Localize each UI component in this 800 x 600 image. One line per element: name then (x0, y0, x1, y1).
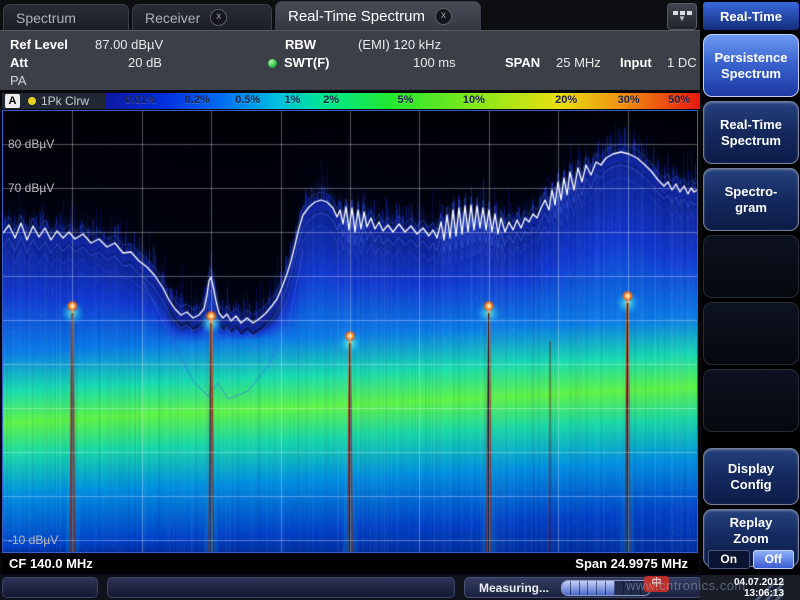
span-value[interactable]: 25 MHz (556, 55, 601, 70)
rbw-value[interactable]: (EMI) 120 kHz (358, 37, 441, 52)
channel-settings-bar: Ref Level 87.00 dBµV RBW (EMI) 120 kHz A… (0, 30, 700, 91)
date-readout: 04.07.2012 (734, 577, 784, 588)
softkey-display-config[interactable]: Display Config (703, 448, 799, 505)
sweep-led-icon (268, 59, 277, 68)
progress-segment (571, 581, 580, 595)
chevron-down-icon: ▼ (678, 15, 686, 23)
color-scale-label: 0.5% (235, 94, 260, 106)
softkey-empty-3[interactable] (703, 369, 799, 432)
progress-segment (597, 581, 606, 595)
tab-receiver[interactable]: Receiver x (132, 4, 272, 30)
trace-color-icon (28, 97, 36, 105)
progress-segment (606, 581, 615, 595)
progress-segment (580, 581, 589, 595)
tab-spectrum[interactable]: Spectrum (3, 4, 129, 30)
color-scale-label: 10% (463, 94, 485, 106)
window-id-badge: A (5, 94, 20, 108)
ref-level-value[interactable]: 87.00 dBµV (95, 37, 163, 52)
status-bar: Measuring... 04.07.2012 13:06:13 (0, 575, 800, 600)
softkey-persistence-spectrum[interactable]: Persistence Spectrum (703, 34, 799, 97)
preamp-label: PA (10, 73, 26, 88)
softkey-menu: Real-Time Persistence Spectrum Real-Time… (702, 0, 800, 575)
color-scale-label: 1% (284, 94, 300, 106)
measuring-status: Measuring... (479, 581, 549, 595)
tab-bar: Spectrum Receiver x Real-Time Spectrum x (0, 0, 700, 30)
swt-value[interactable]: 100 ms (413, 55, 456, 70)
y-axis-label: -10 dBµV (8, 533, 58, 547)
span-readout[interactable]: Span 24.9975 MHz (575, 556, 688, 571)
progress-segment (588, 581, 597, 595)
color-scale-label: 0.2% (185, 94, 210, 106)
span-label[interactable]: SPAN (505, 55, 540, 70)
status-button-2[interactable] (107, 577, 455, 598)
tab-label: Spectrum (16, 10, 76, 26)
menu-title: Real-Time (703, 2, 799, 30)
time-readout: 13:06:13 (744, 588, 784, 599)
color-scale-label: 0.01% (125, 94, 156, 106)
spectrum-canvas (3, 111, 697, 552)
input-value[interactable]: 1 DC (667, 55, 697, 70)
input-label[interactable]: Input (620, 55, 652, 70)
att-label[interactable]: Att (10, 55, 28, 70)
tab-overview-button[interactable]: ▼ (667, 3, 697, 30)
window-title-bar: A 1Pk Clrw 0.01% 0.2% 0.5% 1% 2% 5% 10% 20% 30% 5… (2, 93, 700, 109)
progress-segment (632, 581, 641, 595)
rbw-label[interactable]: RBW (285, 37, 316, 52)
datetime-panel: 04.07.2012 13:06:13 (700, 575, 800, 600)
close-icon[interactable]: x (210, 9, 227, 26)
persistence-color-scale: 0.01% 0.2% 0.5% 1% 2% 5% 10% 20% 30% 50% (105, 93, 700, 109)
swt-label[interactable]: SWT(F) (284, 55, 329, 70)
softkey-spectrogram[interactable]: Spectro- gram (703, 168, 799, 231)
replay-zoom-on[interactable]: On (708, 550, 750, 569)
color-scale-label: 5% (398, 94, 414, 106)
trace-mode-label[interactable]: 1Pk Clrw (41, 94, 89, 108)
att-value[interactable]: 20 dB (128, 55, 162, 70)
persistence-plot[interactable]: 80 dBµV 70 dBµV -10 dBµV (2, 110, 698, 553)
softkey-empty-2[interactable] (703, 302, 799, 365)
tab-label: Receiver (145, 10, 200, 26)
frequency-footer: CF 140.0 MHz Span 24.9975 MHz (2, 555, 698, 573)
color-scale-label: 20% (555, 94, 577, 106)
progress-segment (615, 581, 624, 595)
tab-real-time-spectrum[interactable]: Real-Time Spectrum x (275, 1, 481, 30)
instrument-screen: Spectrum Receiver x Real-Time Spectrum x… (0, 0, 800, 600)
replay-zoom-label: Replay Zoom (730, 515, 773, 547)
color-scale-label: 30% (618, 94, 640, 106)
spectrum-window: A 1Pk Clrw 0.01% 0.2% 0.5% 1% 2% 5% 10% 20% 30% 5… (0, 90, 702, 575)
replay-zoom-toggle: On Off (708, 550, 794, 569)
close-icon[interactable]: x (435, 8, 452, 25)
softkey-empty-1[interactable] (703, 235, 799, 298)
progress-segment (562, 581, 571, 595)
sweep-progress-bar (561, 580, 651, 596)
color-scale-label: 2% (323, 94, 339, 106)
replay-zoom-off[interactable]: Off (753, 550, 795, 569)
y-axis-label: 80 dBµV (8, 137, 54, 151)
softkey-real-time-spectrum[interactable]: Real-Time Spectrum (703, 101, 799, 164)
ref-level-label[interactable]: Ref Level (10, 37, 68, 52)
y-axis-label: 70 dBµV (8, 181, 54, 195)
color-scale-label: 50% (668, 94, 690, 106)
softkey-replay-zoom[interactable]: Replay Zoom On Off (703, 509, 799, 567)
status-button-1[interactable] (2, 577, 98, 598)
watermark-logo: 中 (644, 576, 669, 592)
progress-segment (624, 581, 633, 595)
tab-label: Real-Time Spectrum (288, 8, 425, 25)
center-frequency[interactable]: CF 140.0 MHz (9, 556, 93, 571)
